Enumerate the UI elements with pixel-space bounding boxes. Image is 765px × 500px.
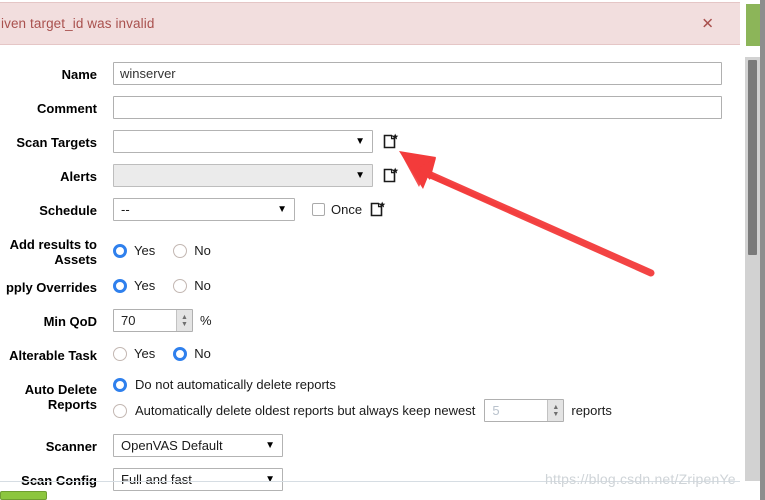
footer-divider [0,481,742,482]
error-message: iven target_id was invalid [1,16,155,31]
vertical-scrollbar-thumb[interactable] [748,60,757,255]
add-results-no-radio[interactable] [173,243,188,258]
stepper-down-icon[interactable]: ▼ [181,321,188,328]
field-row-apply-overrides: pply Overrides Yes No [0,275,742,299]
schedule-value: -- [121,202,130,217]
field-row-comment: Comment [0,96,742,120]
field-row-name: Name [0,62,742,86]
apply-overrides-no-label: No [194,278,211,293]
add-results-no-label: No [194,243,211,258]
auto-delete-keep-count-stepper[interactable]: 5 ▲ ▼ [484,399,565,422]
label-auto-delete-reports: Auto Delete Reports [24,382,97,412]
task-dialog-page: iven target_id was invalid ✕ Name Commen… [0,0,765,500]
min-qod-value[interactable]: 70 [114,310,176,331]
alerts-select[interactable]: ▼ [113,164,373,187]
auto-delete-stepper-buttons[interactable]: ▲ ▼ [547,400,564,421]
apply-overrides-no-radio[interactable] [173,278,188,293]
label-alterable-task: Alterable Task [9,348,97,363]
scanner-select[interactable]: OpenVAS Default ▼ [113,434,283,457]
apply-overrides-yes-radio[interactable] [113,278,127,293]
alterable-task-no-radio[interactable] [173,346,188,361]
field-row-scan-config: Scan Config Full and fast ▼ [0,468,742,492]
alterable-task-yes-label: Yes [134,346,156,361]
chevron-down-icon: ▼ [355,169,365,181]
new-schedule-icon[interactable] [370,201,386,218]
min-qod-unit: % [200,313,212,328]
field-row-scanner: Scanner OpenVAS Default ▼ [0,434,742,458]
scan-config-value: Full and fast [121,472,192,487]
scan-config-select[interactable]: Full and fast ▼ [113,468,283,491]
label-name: Name [61,67,97,82]
schedule-select[interactable]: -- ▼ [113,198,295,221]
label-scan-config: Scan Config [21,473,97,488]
auto-delete-reports-suffix: reports [571,403,612,418]
field-row-auto-delete-reports: Auto Delete Reports Do not automatically… [0,377,742,422]
auto-delete-oldest-label: Automatically delete oldest reports but … [135,403,476,418]
chevron-down-icon: ▼ [277,203,287,215]
field-row-alterable-task: Alterable Task Yes No [0,343,742,367]
stepper-down-icon[interactable]: ▼ [552,411,559,418]
stepper-up-icon[interactable]: ▲ [181,314,188,321]
auto-delete-keep-radio[interactable] [113,377,127,392]
add-results-yes-label: Yes [134,243,156,258]
add-results-yes-radio[interactable] [113,243,127,258]
new-alert-icon[interactable] [383,167,399,184]
field-row-scan-targets: Scan Targets ▼ [0,130,742,154]
chevron-down-icon: ▼ [265,473,275,485]
schedule-once-label: Once [331,202,363,217]
auto-delete-oldest-option[interactable]: Automatically delete oldest reports but … [113,399,612,422]
label-schedule: Schedule [39,203,97,218]
name-input[interactable] [113,62,722,85]
vertical-scrollbar-track[interactable] [745,57,760,481]
label-scan-targets: Scan Targets [16,135,97,150]
alterable-task-yes-radio[interactable] [113,346,127,361]
min-qod-stepper-buttons[interactable]: ▲ ▼ [176,310,192,331]
window-right-edge [760,0,765,500]
error-notification-banner: iven target_id was invalid ✕ [0,2,745,45]
field-row-alerts: Alerts ▼ [0,164,742,188]
label-alerts: Alerts [60,169,97,184]
field-row-add-results-to-assets: Add results to Assets Yes No [0,232,742,267]
field-row-min-qod: Min QoD 70 ▲ ▼ % [0,309,742,333]
label-comment: Comment [37,101,97,116]
apply-overrides-yes-label: Yes [134,278,156,293]
save-button[interactable] [0,491,47,500]
scan-targets-select[interactable]: ▼ [113,130,373,153]
auto-delete-keep-label: Do not automatically delete reports [135,377,336,392]
new-task-form: Name Comment Scan Targets ▼ [0,62,742,500]
background-window-tab [746,4,760,46]
min-qod-stepper[interactable]: 70 ▲ ▼ [113,309,193,332]
alterable-task-no-label: No [194,346,211,361]
comment-input[interactable] [113,96,722,119]
field-row-schedule: Schedule -- ▼ Once [0,198,742,222]
auto-delete-keep-count-value[interactable]: 5 [485,400,547,421]
schedule-once-checkbox[interactable] [312,203,325,216]
stepper-up-icon[interactable]: ▲ [552,404,559,411]
new-scan-target-icon[interactable] [383,133,399,150]
chevron-down-icon: ▼ [355,135,365,147]
auto-delete-keep-option[interactable]: Do not automatically delete reports [113,377,612,392]
label-scanner: Scanner [45,439,97,454]
chevron-down-icon: ▼ [265,439,275,451]
label-min-qod: Min QoD [43,314,97,329]
auto-delete-oldest-radio[interactable] [113,403,127,418]
close-icon[interactable]: ✕ [701,16,714,31]
label-apply-overrides: pply Overrides [5,280,97,295]
label-add-results-to-assets: Add results to Assets [9,237,97,267]
scanner-value: OpenVAS Default [121,438,223,453]
